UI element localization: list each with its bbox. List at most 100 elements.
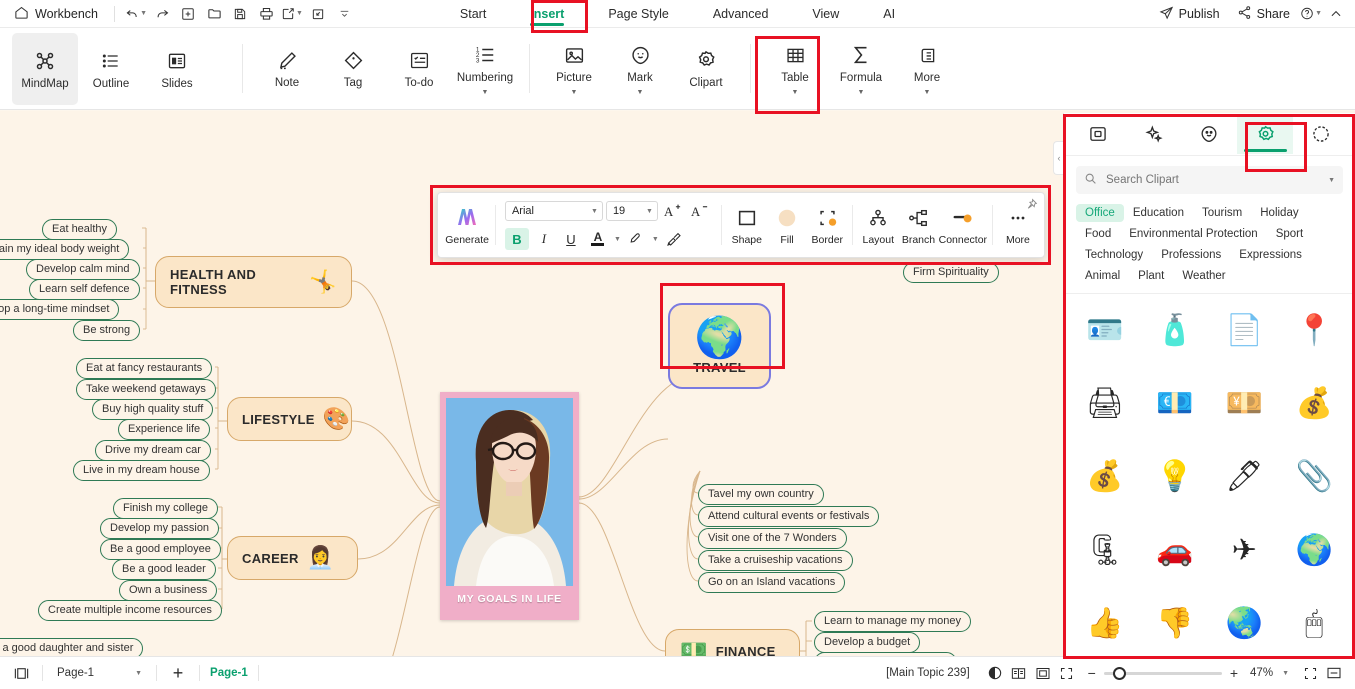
resume-document-clipart[interactable]: 📄 bbox=[1221, 308, 1267, 354]
category-sport[interactable]: Sport bbox=[1267, 225, 1313, 243]
list-item[interactable]: Eat at fancy restaurants bbox=[76, 358, 213, 379]
ribbon-item-outline[interactable]: Outline bbox=[78, 33, 144, 105]
border-button[interactable]: Border bbox=[807, 204, 847, 246]
italic-button[interactable]: I bbox=[532, 228, 556, 250]
chevron-down-icon[interactable]: ▼ bbox=[637, 89, 644, 96]
list-item[interactable]: Be strong bbox=[73, 320, 141, 341]
yen-coin-clipart[interactable]: 💴 bbox=[1221, 381, 1267, 427]
ribbon-item-formula[interactable]: Formula ▼ bbox=[828, 33, 894, 105]
chevron-down-icon[interactable]: ▼ bbox=[652, 236, 659, 243]
search-input[interactable] bbox=[1104, 173, 1321, 187]
main-topic-career[interactable]: CAREER 👩‍💼 bbox=[227, 536, 358, 580]
menu-view[interactable]: View bbox=[790, 2, 861, 26]
category-holiday[interactable]: Holiday bbox=[1251, 204, 1307, 222]
list-item[interactable]: Take a cruiseship vacations bbox=[698, 550, 853, 571]
zoom-out-button[interactable]: − bbox=[1088, 665, 1096, 681]
menu-insert[interactable]: Insert bbox=[508, 2, 586, 26]
search-clipart-field[interactable]: ▼ bbox=[1076, 166, 1343, 194]
ribbon-item-tag[interactable]: Tag bbox=[320, 33, 386, 105]
main-topic-lifestyle[interactable]: LIFESTYLE 🎨 bbox=[227, 397, 352, 441]
fullscreen-icon[interactable] bbox=[1056, 662, 1078, 684]
tab-sticker[interactable] bbox=[1182, 114, 1238, 154]
list-item[interactable]: Maintain my ideal body weight bbox=[0, 239, 130, 260]
tab-clipart[interactable] bbox=[1237, 114, 1294, 154]
fill-button[interactable]: Fill bbox=[767, 204, 807, 246]
stamp-clipart[interactable]: 📍 bbox=[1291, 308, 1337, 354]
list-item[interactable]: Create multiple income resources bbox=[38, 600, 222, 621]
thumbs-down-clipart[interactable]: 👎 bbox=[1152, 601, 1198, 647]
euro-coin-clipart[interactable]: 💶 bbox=[1152, 381, 1198, 427]
list-item[interactable]: Develop my passion bbox=[100, 518, 220, 539]
page-select[interactable]: Page-1 ▼ bbox=[53, 665, 146, 681]
font-size-select[interactable]: 19 ▼ bbox=[605, 201, 658, 221]
id-badge-clipart[interactable]: 🪪 bbox=[1082, 308, 1128, 354]
pin-icon[interactable] bbox=[1025, 198, 1038, 214]
list-item[interactable]: Be a good daughter and sister bbox=[0, 638, 144, 656]
category-office[interactable]: Office bbox=[1076, 204, 1124, 222]
chevron-down-icon[interactable]: ▼ bbox=[1328, 177, 1335, 184]
underline-button[interactable]: U bbox=[559, 228, 583, 250]
branch-button[interactable]: Branch bbox=[898, 204, 938, 246]
list-item[interactable]: Finish my college bbox=[113, 498, 218, 519]
list-item[interactable]: Attend cultural events or festivals bbox=[698, 506, 880, 527]
page-view-icon[interactable] bbox=[10, 662, 32, 684]
bold-button[interactable]: B bbox=[504, 228, 529, 250]
ribbon-item-mark[interactable]: Mark ▼ bbox=[607, 33, 673, 105]
central-topic-node[interactable]: MY GOALS IN LIFE bbox=[440, 392, 579, 620]
list-item[interactable]: Go on an Island vacations bbox=[698, 572, 846, 593]
ribbon-item-slides[interactable]: Slides bbox=[144, 33, 210, 105]
computer-mouse-clipart[interactable]: 🖱 bbox=[1291, 601, 1337, 647]
category-food[interactable]: Food bbox=[1076, 225, 1120, 243]
desk-globe-clipart[interactable]: 🌍 bbox=[1291, 528, 1337, 574]
increase-font-size-button[interactable]: A bbox=[661, 200, 685, 222]
category-education[interactable]: Education bbox=[1124, 204, 1193, 222]
category-expressions[interactable]: Expressions bbox=[1230, 246, 1311, 264]
ribbon-item-mindmap[interactable]: MindMap bbox=[12, 33, 78, 105]
list-item[interactable]: Be a good leader bbox=[112, 559, 216, 580]
category-tourism[interactable]: Tourism bbox=[1193, 204, 1251, 222]
airplane-clipart[interactable]: ✈ bbox=[1221, 528, 1267, 574]
font-color-button[interactable]: A bbox=[586, 228, 610, 250]
glue-bottle-clipart[interactable]: 🧴 bbox=[1152, 308, 1198, 354]
thumbs-up-clipart[interactable]: 👍 bbox=[1082, 601, 1128, 647]
layout-button[interactable]: Layout bbox=[858, 204, 898, 246]
ribbon-item-clipart[interactable]: Clipart bbox=[673, 33, 739, 105]
decrease-font-size-button[interactable]: A bbox=[688, 200, 712, 222]
category-animal[interactable]: Animal bbox=[1076, 267, 1129, 285]
theme-icon[interactable] bbox=[984, 662, 1006, 684]
generate-button[interactable]: Generate bbox=[444, 205, 490, 246]
earth-clipart[interactable]: 🌏 bbox=[1221, 601, 1267, 647]
outline-view-icon[interactable] bbox=[1008, 662, 1030, 684]
zoom-level-label[interactable]: 47% bbox=[1250, 667, 1273, 679]
fit-frame-icon[interactable] bbox=[1032, 662, 1054, 684]
connector-button[interactable]: Connector bbox=[939, 204, 987, 246]
ribbon-item-todo[interactable]: To-do bbox=[386, 33, 452, 105]
list-item[interactable]: Develop a long-time mindset bbox=[0, 299, 120, 320]
chevron-down-icon[interactable]: ▼ bbox=[1282, 670, 1289, 677]
font-family-select[interactable]: Arial ▼ bbox=[504, 201, 603, 221]
money-bag-pound-clipart[interactable]: 💰 bbox=[1082, 454, 1128, 500]
menu-ai[interactable]: AI bbox=[861, 2, 917, 26]
car-clipart[interactable]: 🚗 bbox=[1152, 528, 1198, 574]
tab-ai-sticker[interactable] bbox=[1126, 114, 1182, 154]
highlighter-icon[interactable] bbox=[624, 228, 648, 250]
list-item[interactable]: Buy high quality stuff bbox=[92, 399, 214, 420]
focus-icon[interactable] bbox=[1299, 662, 1321, 684]
category-technology[interactable]: Technology bbox=[1076, 246, 1152, 264]
list-item[interactable]: Visit one of the 7 Wonders bbox=[698, 528, 847, 549]
menu-advanced[interactable]: Advanced bbox=[691, 2, 791, 26]
page-tab-page-1[interactable]: Page-1 bbox=[210, 667, 248, 679]
list-item[interactable]: Develop calm mind bbox=[26, 259, 140, 280]
format-painter-icon[interactable] bbox=[662, 228, 686, 250]
printer-clipart[interactable]: 🖨 bbox=[1082, 381, 1128, 427]
list-item[interactable]: Firm Spirituality bbox=[903, 262, 999, 283]
zoom-in-button[interactable]: + bbox=[1230, 665, 1238, 681]
list-item[interactable]: Tavel my own country bbox=[698, 484, 824, 505]
add-page-button[interactable]: + bbox=[167, 662, 189, 684]
list-item[interactable]: Develop a budget bbox=[814, 632, 921, 653]
list-item[interactable]: Eat healthy bbox=[42, 219, 118, 240]
ribbon-item-numbering[interactable]: 123 Numbering ▼ bbox=[452, 33, 518, 105]
zoom-slider[interactable] bbox=[1103, 666, 1222, 680]
menu-page-style[interactable]: Page Style bbox=[586, 2, 690, 26]
main-topic-health-and-fitness[interactable]: HEALTH AND FITNESS 🤸 bbox=[155, 256, 352, 308]
